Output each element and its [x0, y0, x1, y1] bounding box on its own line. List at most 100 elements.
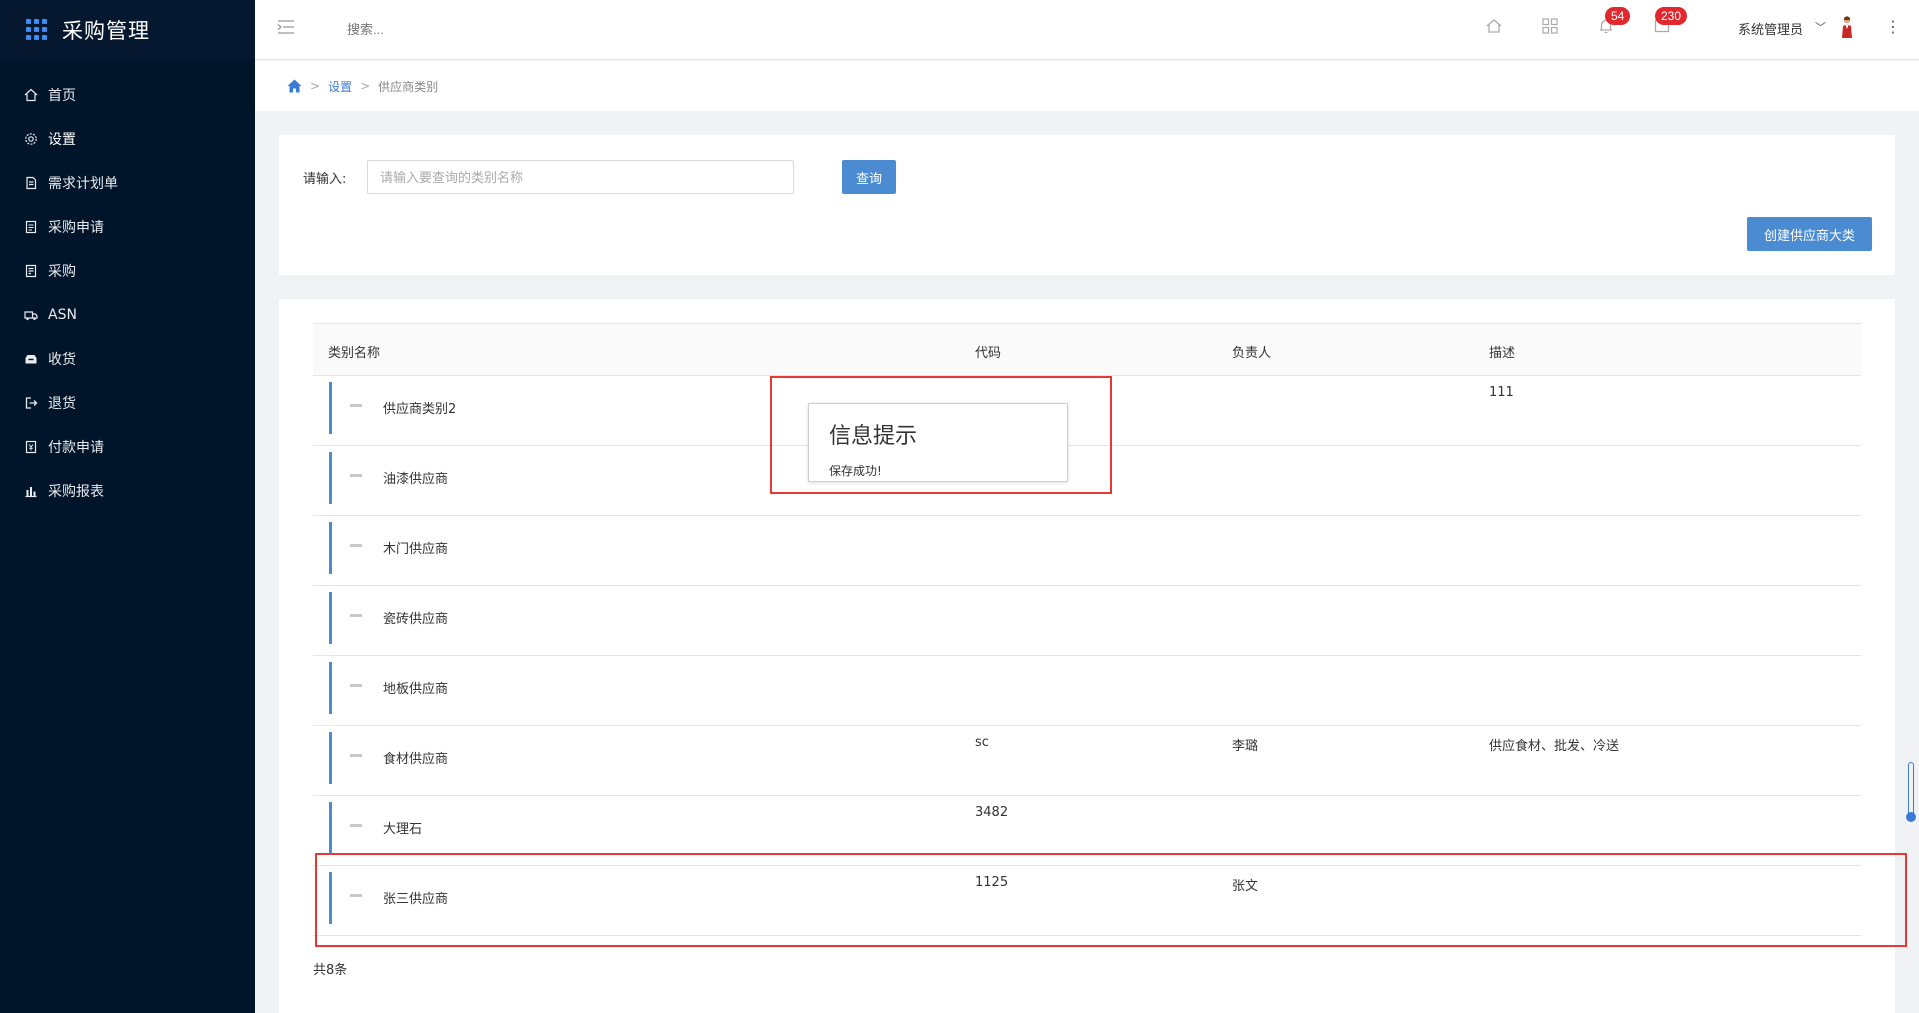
- column-header-desc: 描述: [1489, 346, 1516, 361]
- cell-name: 供应商类别2: [383, 402, 457, 417]
- category-search-input[interactable]: [367, 160, 794, 194]
- avatar[interactable]: [1840, 15, 1854, 39]
- collapse-icon[interactable]: [350, 894, 362, 897]
- table-row[interactable]: 大理石 3482: [313, 796, 1861, 866]
- sidebar-nav: 首页 设置 需求计划单 采购申请 采购 ASN 收货 退货 付款申请 采购报表: [0, 59, 255, 513]
- sidebar-item-demand-plan[interactable]: 需求计划单: [0, 161, 255, 205]
- top-header: 54 230 系统管理员 ﹀ ⋮: [255, 0, 1919, 60]
- info-toast: 信息提示 保存成功!: [808, 403, 1068, 482]
- sidebar-item-settings[interactable]: 设置: [0, 117, 255, 161]
- sidebar-item-returns[interactable]: 退货: [0, 381, 255, 425]
- table-row[interactable]: 供应商类别2 111: [313, 376, 1861, 446]
- cell-name: 张三供应商: [383, 892, 449, 907]
- notification-badge: 54: [1605, 7, 1631, 25]
- gear-icon: [24, 132, 38, 146]
- cell-name: 木门供应商: [383, 542, 449, 557]
- sidebar-item-purchase-report[interactable]: 采购报表: [0, 469, 255, 513]
- row-indicator: [329, 382, 332, 434]
- table-row[interactable]: 地板供应商: [313, 656, 1861, 726]
- collapse-icon[interactable]: [350, 614, 362, 617]
- app-title: 采购管理: [62, 18, 150, 43]
- bar-chart-icon: [24, 484, 38, 498]
- sidebar-item-label: 付款申请: [48, 440, 104, 456]
- payment-icon: [24, 440, 38, 454]
- collapse-icon[interactable]: [350, 754, 362, 757]
- sidebar-item-label: 退货: [48, 396, 76, 412]
- table-row[interactable]: 油漆供应商: [313, 446, 1861, 516]
- sidebar-item-label: 采购: [48, 264, 76, 280]
- breadcrumb-settings[interactable]: 设置: [328, 78, 352, 95]
- sidebar: 采购管理 首页 设置 需求计划单 采购申请 采购 ASN 收货 退货 付款申请 …: [0, 0, 255, 1013]
- row-indicator: [329, 662, 332, 714]
- category-table: 类别名称 代码 负责人 描述 供应商类别2 111 油漆供应商 木门供应商 瓷砖…: [313, 323, 1861, 936]
- home-icon[interactable]: [1485, 17, 1503, 35]
- more-vertical-icon[interactable]: ⋮: [1885, 17, 1901, 36]
- sidebar-item-receiving[interactable]: 收货: [0, 337, 255, 381]
- sidebar-item-label: 首页: [48, 88, 76, 104]
- search-panel: 请输入: 查询 创建供应商大类: [279, 135, 1895, 275]
- list-icon: [24, 264, 38, 278]
- brand[interactable]: 采购管理: [0, 0, 255, 59]
- toast-message: 保存成功!: [829, 464, 882, 478]
- sidebar-item-asn[interactable]: ASN: [0, 293, 255, 337]
- apps-grid-icon: [26, 18, 48, 41]
- table-row[interactable]: 食材供应商 sc 李璐 供应食材、批发、冷送: [313, 726, 1861, 796]
- breadcrumb-separator: >: [310, 79, 321, 93]
- chevron-down-icon[interactable]: ﹀: [1815, 19, 1826, 35]
- column-header-code: 代码: [975, 346, 1002, 361]
- row-indicator: [329, 452, 332, 504]
- table-row[interactable]: 张三供应商 1125 张文: [313, 866, 1861, 936]
- sidebar-item-home[interactable]: 首页: [0, 73, 255, 117]
- table-row[interactable]: 木门供应商: [313, 516, 1861, 586]
- clipboard-icon: [24, 220, 38, 234]
- collapse-icon[interactable]: [350, 684, 362, 687]
- sidebar-item-payment-request[interactable]: 付款申请: [0, 425, 255, 469]
- column-header-name: 类别名称: [328, 346, 381, 361]
- cell-name: 油漆供应商: [383, 472, 449, 487]
- row-indicator: [329, 592, 332, 644]
- document-icon: [24, 176, 38, 190]
- create-supplier-category-button[interactable]: 创建供应商大类: [1747, 217, 1872, 251]
- scroll-indicator[interactable]: [1906, 762, 1916, 822]
- cell-code: sc: [975, 735, 989, 750]
- table-row[interactable]: 瓷砖供应商: [313, 586, 1861, 656]
- collapse-icon[interactable]: [350, 544, 362, 547]
- cell-desc: 111: [1489, 385, 1514, 400]
- sidebar-item-label: 需求计划单: [48, 176, 118, 192]
- row-indicator: [329, 732, 332, 784]
- toast-title: 信息提示: [829, 424, 918, 449]
- cell-desc: 供应食材、批发、冷送: [1489, 739, 1620, 754]
- sidebar-item-label: ASN: [48, 307, 77, 323]
- sidebar-item-label: 采购报表: [48, 484, 104, 500]
- total-count: 共8条: [313, 963, 348, 978]
- collapse-icon[interactable]: [350, 824, 362, 827]
- row-indicator: [329, 802, 332, 854]
- cell-code: 1125: [975, 875, 1009, 890]
- breadcrumb-current: 供应商类别: [378, 79, 439, 94]
- inbox-icon: [24, 352, 38, 366]
- column-header-owner: 负责人: [1232, 346, 1272, 361]
- sidebar-item-purchase-request[interactable]: 采购申请: [0, 205, 255, 249]
- header-search-input[interactable]: [347, 18, 507, 40]
- cell-code: 3482: [975, 805, 1009, 820]
- message-badge: 230: [1655, 7, 1688, 25]
- cell-owner: 张文: [1232, 879, 1259, 894]
- table-panel: 类别名称 代码 负责人 描述 供应商类别2 111 油漆供应商 木门供应商 瓷砖…: [279, 299, 1895, 1013]
- cell-owner: 李璐: [1232, 739, 1259, 754]
- cell-name: 大理石: [383, 822, 423, 837]
- collapse-icon[interactable]: [350, 404, 362, 407]
- return-icon: [24, 396, 38, 410]
- cell-name: 瓷砖供应商: [383, 612, 449, 627]
- sidebar-item-purchase[interactable]: 采购: [0, 249, 255, 293]
- query-button[interactable]: 查询: [842, 160, 896, 194]
- home-icon[interactable]: [287, 79, 302, 93]
- search-label: 请输入:: [303, 172, 347, 187]
- user-name[interactable]: 系统管理员: [1738, 19, 1803, 38]
- apps-icon[interactable]: [1541, 17, 1559, 35]
- home-icon: [24, 88, 38, 102]
- table-header: 类别名称 代码 负责人 描述: [313, 323, 1861, 376]
- menu-toggle-icon[interactable]: [277, 19, 295, 35]
- row-indicator: [329, 872, 332, 924]
- sidebar-item-label: 采购申请: [48, 220, 104, 236]
- collapse-icon[interactable]: [350, 474, 362, 477]
